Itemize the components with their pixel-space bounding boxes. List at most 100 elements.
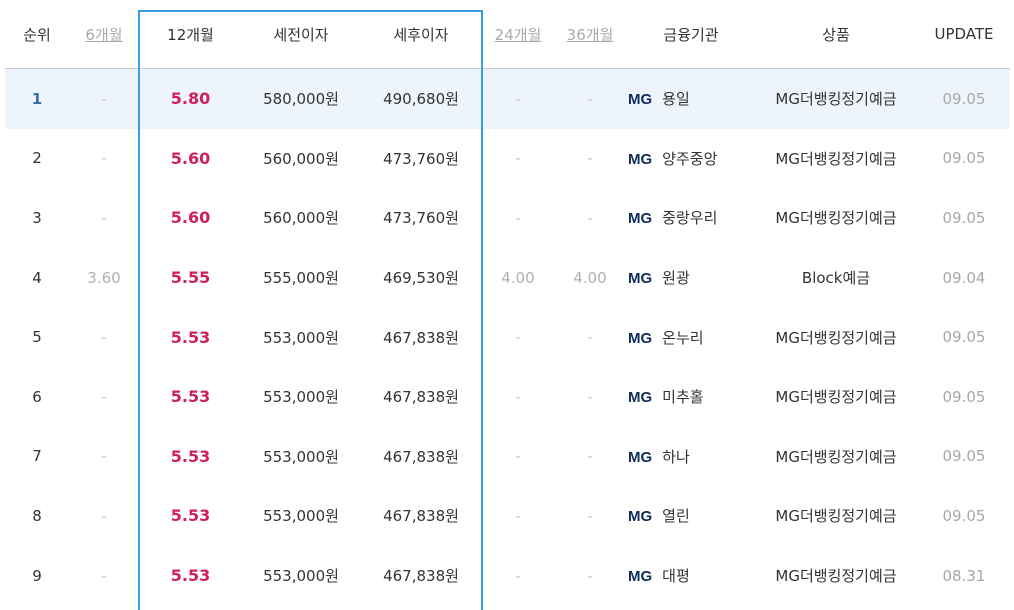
product-cell[interactable]: MG더뱅킹정기예금 bbox=[754, 148, 918, 169]
rank-cell: 7 bbox=[32, 447, 42, 466]
rate-24m-cell: - bbox=[515, 328, 521, 347]
posttax-interest-cell: 469,530원 bbox=[383, 269, 459, 288]
product-cell[interactable]: MG더뱅킹정기예금 bbox=[754, 207, 918, 228]
rank-cell: 4 bbox=[32, 268, 42, 287]
rate-12m-cell: 5.53 bbox=[170, 506, 211, 526]
rate-36m-cell: - bbox=[587, 387, 593, 406]
pretax-interest-cell: 553,000원 bbox=[263, 388, 339, 407]
table-row[interactable]: 7 - 5.53 553,000원 467,838원 - - MG 하나 MG더뱅킹정기예금 09.… bbox=[5, 427, 1010, 487]
rank-cell: 5 bbox=[32, 328, 42, 347]
pretax-interest-cell: 553,000원 bbox=[263, 507, 339, 526]
institution-cell[interactable]: MG 중랑우리 bbox=[626, 207, 754, 228]
update-date-cell: 09.05 bbox=[942, 89, 986, 108]
header-12m: 12개월 bbox=[167, 25, 214, 44]
institution-cell[interactable]: MG 원광 bbox=[626, 267, 754, 288]
deposit-rate-table: 순위 6개월 12개월 세전이자 세후이자 24개월 36개월 금융기관 상품 … bbox=[5, 0, 1010, 605]
mg-logo: MG bbox=[628, 150, 653, 168]
update-date-cell: 09.05 bbox=[942, 506, 986, 525]
rate-24m-cell: 4.00 bbox=[501, 268, 535, 287]
header-institution: 금융기관 bbox=[663, 25, 719, 44]
posttax-interest-cell: 473,760원 bbox=[383, 149, 459, 168]
rate-6m-cell: - bbox=[101, 387, 107, 406]
header-6m-sort-link[interactable]: 6개월 bbox=[85, 26, 122, 44]
header-update: UPDATE bbox=[934, 25, 994, 43]
institution-cell[interactable]: MG 미추홀 bbox=[626, 386, 754, 407]
product-cell[interactable]: MG더뱅킹정기예금 bbox=[754, 505, 918, 526]
update-date-cell: 09.05 bbox=[942, 387, 986, 406]
rate-6m-cell: - bbox=[101, 208, 107, 227]
header-24m-sort-link[interactable]: 24개월 bbox=[495, 26, 542, 44]
table-row[interactable]: 5 - 5.53 553,000원 467,838원 - - MG 온누리 MG더뱅킹정기예금 09… bbox=[5, 307, 1010, 367]
table-header: 순위 6개월 12개월 세전이자 세후이자 24개월 36개월 금융기관 상품 … bbox=[5, 0, 1010, 69]
rank-cell: 3 bbox=[32, 208, 42, 227]
rate-36m-cell: - bbox=[587, 566, 593, 585]
institution-cell[interactable]: MG 양주중앙 bbox=[626, 148, 754, 169]
table-row[interactable]: 9 - 5.53 553,000원 467,838원 - - MG 대평 MG더뱅킹정기예금 08.… bbox=[5, 546, 1010, 606]
rate-36m-cell: 4.00 bbox=[573, 268, 607, 287]
rate-12m-cell: 5.55 bbox=[170, 268, 211, 288]
header-rank: 순위 bbox=[23, 25, 51, 44]
rate-6m-cell: - bbox=[101, 89, 107, 108]
table-body: 1 - 5.80 580,000원 490,680원 - - MG 용일 MG더뱅킹정기예금 09.… bbox=[5, 69, 1010, 605]
rate-24m-cell: - bbox=[515, 566, 521, 585]
header-36m-sort-link[interactable]: 36개월 bbox=[567, 26, 614, 44]
mg-logo: MG bbox=[628, 508, 653, 526]
institution-name: 온누리 bbox=[662, 328, 704, 347]
rate-6m-cell: - bbox=[101, 566, 107, 585]
mg-logo: MG bbox=[628, 270, 653, 288]
institution-name: 미추홀 bbox=[662, 388, 704, 407]
posttax-interest-cell: 467,838원 bbox=[383, 388, 459, 407]
rate-24m-cell: - bbox=[515, 89, 521, 108]
update-date-cell: 09.04 bbox=[942, 268, 986, 287]
table-row[interactable]: 4 3.60 5.55 555,000원 469,530원 4.00 4.00 MG 원광 Blo… bbox=[5, 248, 1010, 308]
update-date-cell: 09.05 bbox=[942, 208, 986, 227]
rate-24m-cell: - bbox=[515, 149, 521, 168]
pretax-interest-cell: 580,000원 bbox=[263, 90, 339, 109]
rate-12m-cell: 5.53 bbox=[170, 446, 211, 466]
institution-cell[interactable]: MG 하나 bbox=[626, 446, 754, 467]
table-row[interactable]: 1 - 5.80 580,000원 490,680원 - - MG 용일 MG더뱅킹정기예금 09.… bbox=[5, 69, 1010, 129]
rate-36m-cell: - bbox=[587, 328, 593, 347]
rate-6m-cell: - bbox=[101, 328, 107, 347]
institution-cell[interactable]: MG 온누리 bbox=[626, 327, 754, 348]
institution-name: 하나 bbox=[662, 447, 690, 466]
product-cell[interactable]: MG더뱅킹정기예금 bbox=[754, 386, 918, 407]
mg-logo: MG bbox=[628, 568, 653, 586]
product-cell[interactable]: MG더뱅킹정기예금 bbox=[754, 565, 918, 586]
update-date-cell: 09.05 bbox=[942, 149, 986, 168]
table-row[interactable]: 6 - 5.53 553,000원 467,838원 - - MG 미추홀 MG더뱅킹정기예금 09… bbox=[5, 367, 1010, 427]
rate-6m-cell: - bbox=[101, 447, 107, 466]
product-cell[interactable]: MG더뱅킹정기예금 bbox=[754, 327, 918, 348]
product-cell[interactable]: Block예금 bbox=[754, 267, 918, 288]
rate-36m-cell: - bbox=[587, 149, 593, 168]
institution-name: 양주중앙 bbox=[662, 149, 718, 168]
pretax-interest-cell: 553,000원 bbox=[263, 567, 339, 586]
posttax-interest-cell: 490,680원 bbox=[383, 90, 459, 109]
institution-name: 중랑우리 bbox=[662, 209, 718, 228]
institution-name: 원광 bbox=[662, 269, 690, 288]
rate-36m-cell: - bbox=[587, 447, 593, 466]
product-cell[interactable]: MG더뱅킹정기예금 bbox=[754, 88, 918, 109]
rate-6m-cell: - bbox=[101, 149, 107, 168]
table-row[interactable]: 2 - 5.60 560,000원 473,760원 - - MG 양주중앙 MG더뱅킹정기예금 0… bbox=[5, 129, 1010, 189]
rank-cell: 1 bbox=[31, 89, 43, 108]
pretax-interest-cell: 553,000원 bbox=[263, 328, 339, 347]
rate-6m-cell: - bbox=[101, 506, 107, 525]
mg-logo: MG bbox=[628, 448, 653, 466]
pretax-interest-cell: 560,000원 bbox=[263, 209, 339, 228]
rate-24m-cell: - bbox=[515, 447, 521, 466]
update-date-cell: 09.05 bbox=[942, 447, 986, 466]
table-row[interactable]: 8 - 5.53 553,000원 467,838원 - - MG 열린 MG더뱅킹정기예금 09.… bbox=[5, 486, 1010, 546]
product-cell[interactable]: MG더뱅킹정기예금 bbox=[754, 446, 918, 467]
rate-12m-cell: 5.60 bbox=[170, 208, 211, 228]
posttax-interest-cell: 467,838원 bbox=[383, 447, 459, 466]
rank-cell: 9 bbox=[32, 566, 42, 585]
institution-cell[interactable]: MG 대평 bbox=[626, 565, 754, 586]
rate-12m-cell: 5.53 bbox=[170, 387, 211, 407]
institution-cell[interactable]: MG 열린 bbox=[626, 505, 754, 526]
table-row[interactable]: 3 - 5.60 560,000원 473,760원 - - MG 중랑우리 MG더뱅킹정기예금 0… bbox=[5, 188, 1010, 248]
update-date-cell: 09.05 bbox=[942, 328, 986, 347]
institution-cell[interactable]: MG 용일 bbox=[626, 88, 754, 109]
header-posttax: 세후이자 bbox=[393, 25, 449, 44]
mg-logo: MG bbox=[628, 210, 653, 228]
